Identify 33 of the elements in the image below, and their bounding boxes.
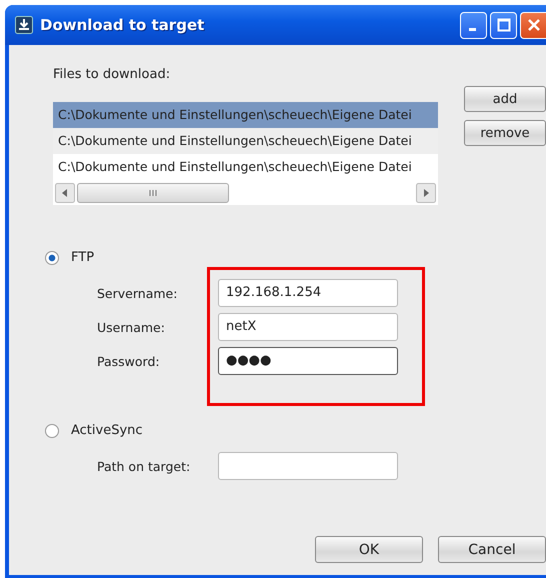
file-row[interactable]: C:\Dokumente und Einstellungen\scheuech\Eigene Datei (53, 128, 438, 154)
radio-label: ActiveSync (71, 423, 143, 438)
input-field[interactable]: 192.168.1.254 (218, 279, 398, 307)
dialog-button[interactable]: OK (315, 536, 423, 563)
dialog-button[interactable]: Cancel (438, 536, 546, 563)
minimize-button[interactable] (460, 12, 487, 38)
window-title: Download to target (40, 16, 206, 34)
list-button[interactable]: remove (464, 120, 546, 146)
input-field[interactable]: netX (218, 313, 398, 341)
field-label: Servername: (97, 286, 178, 300)
input-field[interactable]: ●●●● (218, 347, 398, 375)
radio-label: FTP (71, 250, 94, 265)
input-field[interactable] (218, 452, 398, 480)
maximize-icon (496, 18, 510, 32)
scroll-right-icon[interactable] (416, 182, 436, 202)
field-label: Password: (97, 354, 161, 368)
section-label: Files to download: (53, 67, 172, 82)
horizontal-scrollbar[interactable] (53, 180, 438, 205)
field-label: Path on target: (97, 458, 192, 474)
list-button[interactable]: add (464, 86, 546, 112)
radio-button[interactable] (45, 424, 59, 438)
download-icon (15, 16, 33, 34)
maximize-button[interactable] (490, 12, 517, 38)
close-button[interactable] (520, 12, 546, 38)
radio-button[interactable] (45, 250, 59, 264)
field-label: Username: (97, 320, 166, 334)
scroll-left-icon[interactable] (55, 182, 75, 202)
file-row[interactable]: C:\Dokumente und Einstellungen\scheuech\Eigene Datei (53, 102, 438, 128)
close-icon (526, 18, 540, 32)
scroll-thumb[interactable] (77, 182, 229, 202)
file-list[interactable]: C:\Dokumente und Einstellungen\scheuech\Eigene Datei C:\Dokumente und Einstellungen\scheuech\Eigene Datei C:\Dokumente und Einstellungen\scheuech\Eigene Datei (53, 102, 438, 205)
file-row[interactable]: C:\Dokumente und Einstellungen\scheuech\Eigene Datei (53, 154, 438, 180)
minimize-icon (468, 28, 476, 30)
